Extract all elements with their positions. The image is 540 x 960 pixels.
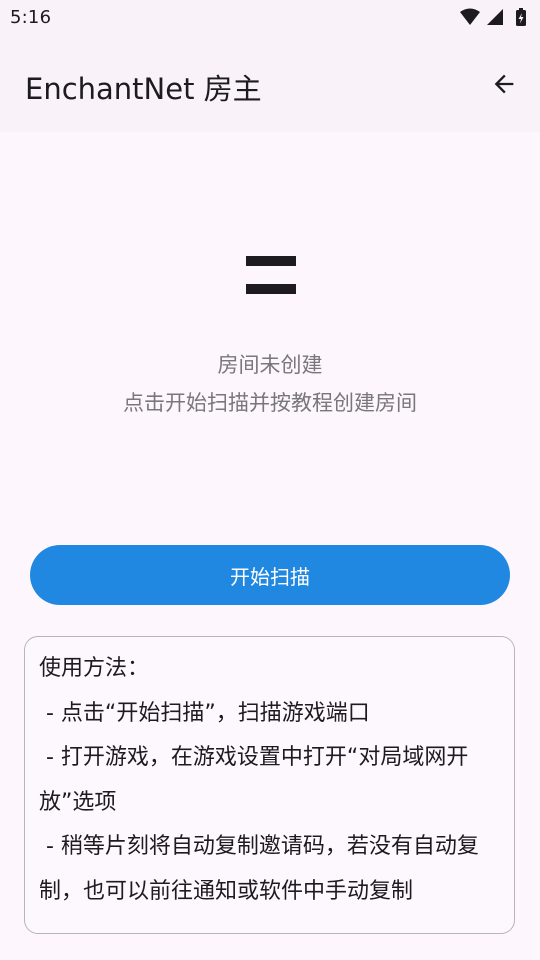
back-button[interactable] — [484, 64, 524, 104]
status-time: 5:16 — [10, 7, 52, 28]
room-status-line-2: 点击开始扫描并按教程创建房间 — [123, 391, 417, 415]
main-content: 房间未创建 点击开始扫描并按教程创建房间 开始扫描 使用方法： - 点击“开始扫… — [0, 132, 540, 960]
battery-charging-icon — [516, 8, 526, 26]
room-status-message: 房间未创建 点击开始扫描并按教程创建房间 — [0, 346, 540, 422]
start-scan-button[interactable]: 开始扫描 — [30, 545, 510, 605]
app-bar: EnchantNet 房主 — [0, 36, 540, 132]
equals-icon — [246, 256, 296, 294]
wifi-icon — [460, 8, 480, 25]
status-bar: 5:16 — [0, 0, 540, 36]
app-title: EnchantNet 房主 — [25, 72, 262, 106]
usage-instructions-box[interactable]: 使用方法： - 点击“开始扫描”，扫描游戏端口 - 打开游戏，在游戏设置中打开“… — [24, 636, 515, 934]
room-status-line-1: 房间未创建 — [217, 353, 323, 377]
signal-icon — [487, 9, 503, 25]
status-icons — [460, 8, 526, 26]
usage-instructions-text: 使用方法： - 点击“开始扫描”，扫描游戏端口 - 打开游戏，在游戏设置中打开“… — [39, 656, 479, 904]
arrow-back-icon — [494, 74, 514, 94]
